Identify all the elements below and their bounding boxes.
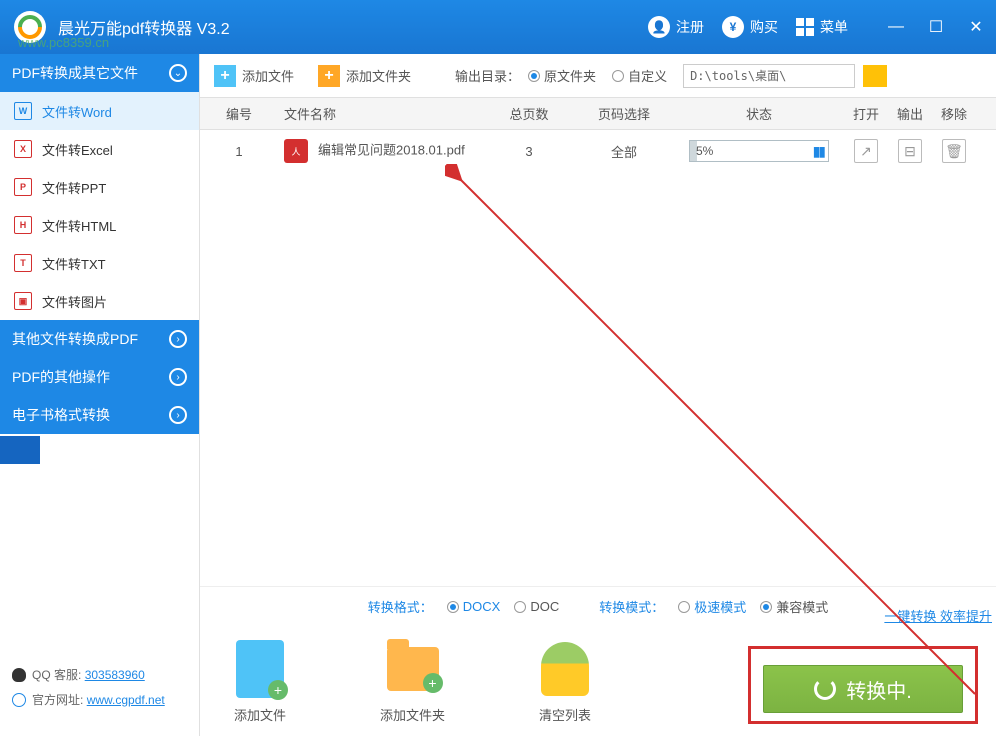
sidebar-group-other-to-pdf[interactable]: 其他文件转换成PDF› (0, 320, 199, 358)
close-button[interactable]: ✕ (956, 0, 996, 54)
browse-folder-button[interactable] (863, 65, 887, 87)
empty-area (200, 172, 996, 586)
qq-icon (12, 668, 26, 682)
folder-plus-icon (387, 647, 439, 691)
radio-original-folder[interactable]: 原文件夹 (528, 66, 596, 85)
content: +添加文件 +添加文件夹 输出目录： 原文件夹 自定义 编号 文件名称 总页数 … (200, 54, 996, 736)
image-icon: ▣ (14, 292, 32, 310)
window-controls: ― ☐ ✕ (876, 0, 996, 54)
table-row[interactable]: 1 人编辑常见问题2018.01.pdf 3 全部 5% ▮▮ ↗ ⊟ 🗑 (200, 130, 996, 172)
minimize-button[interactable]: ― (876, 0, 916, 54)
html-icon: H (14, 216, 32, 234)
radio-icon (612, 70, 624, 82)
spinner-icon (814, 678, 836, 700)
col-pages: 总页数 (484, 104, 574, 123)
progress-bar[interactable]: 5% ▮▮ (689, 140, 829, 162)
grid-icon (796, 18, 814, 36)
sidebar-tab[interactable] (0, 436, 40, 464)
open-button[interactable]: ↗ (854, 139, 878, 163)
user-icon: 👤 (648, 16, 670, 38)
big-add-folder-button[interactable]: 添加文件夹 (380, 639, 445, 724)
buy-button[interactable]: ¥购买 (722, 16, 778, 38)
excel-icon: X (14, 140, 32, 158)
col-name: 文件名称 (264, 104, 484, 123)
sidebar-item-ppt[interactable]: P文件转PPT (0, 168, 199, 206)
broom-icon (541, 642, 589, 696)
radio-compat[interactable]: 兼容模式 (760, 597, 828, 616)
add-folder-button[interactable]: +添加文件夹 (318, 65, 411, 87)
radio-icon (678, 601, 690, 613)
folder-plus-icon: + (318, 65, 340, 87)
radio-fast[interactable]: 极速模式 (678, 597, 746, 616)
table-header: 编号 文件名称 总页数 页码选择 状态 打开 输出 移除 (200, 98, 996, 130)
chevron-right-icon: › (169, 406, 187, 424)
bottom-bar: 添加文件 添加文件夹 清空列表 一键转换 效率提升 转换中. (200, 626, 996, 736)
convert-highlight-box: 转换中. (748, 646, 978, 724)
site-link[interactable]: www.cgpdf.net (87, 693, 165, 707)
format-label: 转换格式： (368, 597, 433, 616)
big-clear-button[interactable]: 清空列表 (535, 639, 595, 724)
maximize-button[interactable]: ☐ (916, 0, 956, 54)
col-out: 输出 (888, 104, 932, 123)
format-bar: 转换格式： DOCX DOC 转换模式： 极速模式 兼容模式 (200, 586, 996, 626)
col-open: 打开 (844, 104, 888, 123)
convert-button[interactable]: 转换中. (763, 665, 963, 713)
radio-icon (760, 601, 772, 613)
app-logo-icon (12, 9, 48, 45)
radio-doc[interactable]: DOC (514, 599, 559, 614)
sidebar-item-txt[interactable]: T文件转TXT (0, 244, 199, 282)
output-button[interactable]: ⊟ (898, 139, 922, 163)
yen-icon: ¥ (722, 16, 744, 38)
word-icon: W (14, 102, 32, 120)
col-del: 移除 (932, 104, 976, 123)
chevron-down-icon: ⌄ (169, 64, 187, 82)
pause-icon[interactable]: ▮▮ (813, 143, 824, 160)
sidebar-group-ebook[interactable]: 电子书格式转换› (0, 396, 199, 434)
register-button[interactable]: 👤注册 (648, 16, 704, 38)
radio-icon (514, 601, 526, 613)
qq-link[interactable]: 303583960 (85, 668, 145, 682)
radio-icon (528, 70, 540, 82)
col-status: 状态 (674, 104, 844, 123)
delete-button[interactable]: 🗑 (942, 139, 966, 163)
col-range: 页码选择 (574, 104, 674, 123)
chevron-right-icon: › (169, 330, 187, 348)
sidebar: PDF转换成其它文件⌄ W文件转Word X文件转Excel P文件转PPT H… (0, 54, 200, 736)
chevron-right-icon: › (169, 368, 187, 386)
col-num: 编号 (214, 104, 264, 123)
menu-button[interactable]: 菜单 (796, 17, 848, 37)
sidebar-item-html[interactable]: H文件转HTML (0, 206, 199, 244)
pdf-icon: 人 (284, 139, 308, 163)
sidebar-footer: QQ 客服: 303583960 官方网址: www.cgpdf.net (0, 656, 199, 736)
sidebar-item-image[interactable]: ▣文件转图片 (0, 282, 199, 320)
sidebar-item-word[interactable]: W文件转Word (0, 92, 199, 130)
radio-icon (447, 601, 459, 613)
sidebar-group-pdf-to-other[interactable]: PDF转换成其它文件⌄ (0, 54, 199, 92)
tip-link[interactable]: 一键转换 效率提升 (884, 606, 992, 625)
sidebar-group-pdf-ops[interactable]: PDF的其他操作› (0, 358, 199, 396)
app-title: 晨光万能pdf转换器 V3.2 (58, 15, 648, 39)
mode-label: 转换模式： (599, 597, 664, 616)
path-input[interactable] (683, 64, 855, 88)
plus-icon: + (214, 65, 236, 87)
ppt-icon: P (14, 178, 32, 196)
big-add-file-button[interactable]: 添加文件 (230, 639, 290, 724)
ie-icon (12, 693, 26, 707)
toolbar: +添加文件 +添加文件夹 输出目录： 原文件夹 自定义 (200, 54, 996, 98)
radio-docx[interactable]: DOCX (447, 599, 501, 614)
sidebar-item-excel[interactable]: X文件转Excel (0, 130, 199, 168)
titlebar: 晨光万能pdf转换器 V3.2 👤注册 ¥购买 菜单 ― ☐ ✕ (0, 0, 996, 54)
txt-icon: T (14, 254, 32, 272)
add-file-button[interactable]: +添加文件 (214, 65, 294, 87)
radio-custom[interactable]: 自定义 (612, 66, 667, 85)
file-plus-icon (236, 640, 284, 698)
output-label: 输出目录： (455, 66, 520, 85)
